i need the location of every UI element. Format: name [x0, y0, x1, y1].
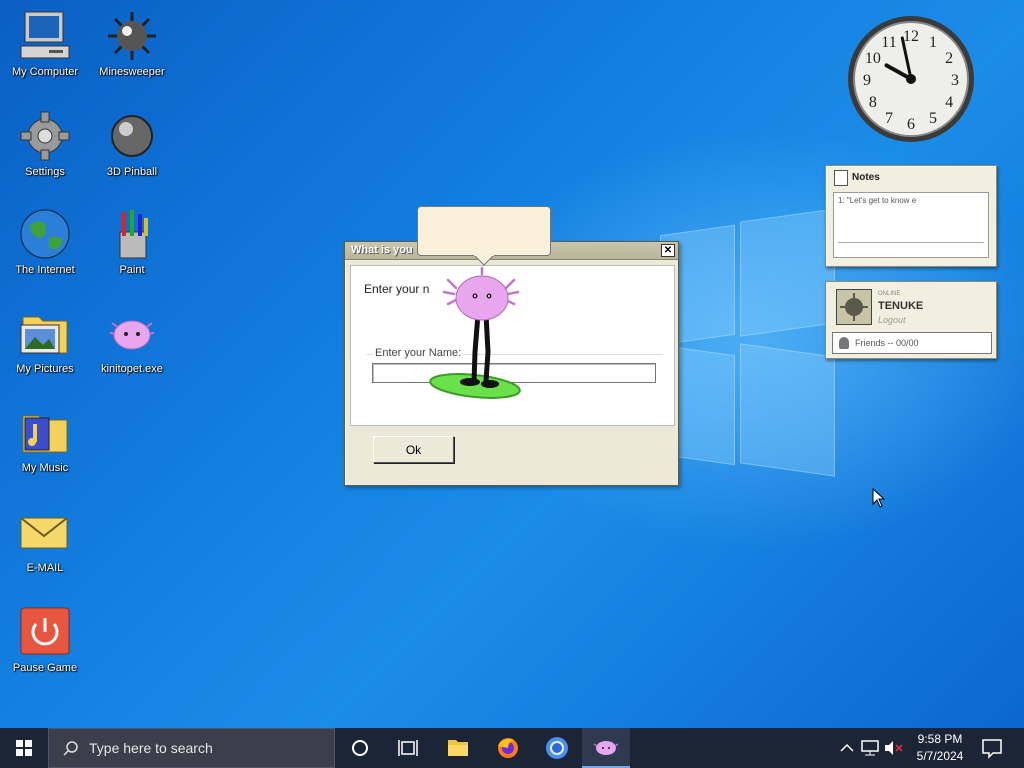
volume-button[interactable] [882, 728, 906, 768]
analog-clock: 12 1 2 3 4 5 6 7 8 9 10 11 [846, 14, 976, 144]
desktop-icon-my-music[interactable]: My Music [0, 406, 90, 474]
computer-icon [19, 10, 71, 62]
desktop-icon-paint[interactable]: Paint [87, 208, 177, 276]
taskbar-search-box[interactable]: Type here to search [48, 728, 335, 768]
desktop-icon-label: The Internet [15, 264, 75, 276]
network-button[interactable] [858, 728, 882, 768]
taskbar-chrome[interactable] [533, 728, 581, 768]
gear-icon [19, 110, 71, 162]
desktop-icon-3d-pinball[interactable]: 3D Pinball [87, 110, 177, 178]
envelope-icon [19, 506, 71, 558]
notifications-button[interactable] [972, 728, 1012, 768]
avatar [836, 289, 872, 325]
circle-icon [352, 740, 368, 756]
firefox-icon [498, 738, 518, 758]
chrome-icon [546, 737, 568, 759]
desktop-icon-label: Minesweeper [99, 66, 165, 78]
desktop-icon-the-internet[interactable]: The Internet [0, 208, 90, 276]
chevron-up-icon [840, 743, 854, 752]
start-button[interactable] [0, 728, 48, 768]
username: TENUKE [878, 300, 924, 312]
critter-icon [106, 307, 158, 359]
clock-number: 9 [863, 72, 871, 89]
clock-number: 12 [903, 28, 919, 45]
notes-title: Notes [852, 172, 880, 183]
kinito-pet-character[interactable] [428, 264, 523, 409]
windows-icon [16, 740, 32, 756]
mine-icon [106, 10, 158, 62]
mouse-cursor-icon [872, 487, 886, 508]
notes-text-area[interactable]: 1: "Let's get to know e [833, 192, 989, 258]
taskbar-date[interactable]: 5/7/2024 [908, 749, 972, 763]
user-widget: ONLINE TENUKE Logout Friends -- 00/00 [825, 281, 997, 359]
desktop-icon-label: My Music [21, 462, 69, 474]
search-icon [63, 740, 79, 756]
cortana-button[interactable] [336, 728, 384, 768]
globe-icon [19, 208, 71, 260]
note-icon [834, 170, 848, 186]
power-icon [19, 606, 71, 658]
network-icon [861, 740, 879, 756]
desktop-icon-minesweeper[interactable]: Minesweeper [87, 10, 177, 78]
desktop-icon-pause-game[interactable]: Pause Game [0, 606, 90, 674]
clock-number: 5 [929, 110, 937, 127]
desktop-icon-label: kinitopet.exe [101, 363, 163, 375]
desktop-icon-settings[interactable]: Settings [0, 110, 90, 178]
logout-link[interactable]: Logout [878, 315, 906, 325]
desktop-icon-kinitopet[interactable]: kinitopet.exe [87, 307, 177, 375]
folder-icon [448, 740, 468, 756]
clock-number: 6 [907, 116, 915, 133]
notes-text: 1: "Let's get to know e [838, 196, 917, 205]
clock-number: 7 [885, 110, 893, 127]
desktop-icon-label: Pause Game [12, 662, 78, 674]
clock-number: 8 [869, 94, 877, 111]
task-view-button[interactable] [384, 728, 432, 768]
search-placeholder: Type here to search [89, 740, 213, 756]
clock-number: 4 [945, 94, 953, 111]
ok-button[interactable]: Ok [373, 436, 454, 463]
desktop-icon-label: E-MAIL [26, 562, 64, 574]
clock-number: 11 [881, 34, 896, 51]
desktop-icon-label: Paint [119, 264, 145, 276]
volume-muted-icon [885, 741, 903, 755]
dialog-prompt: Enter your n [364, 282, 430, 296]
taskbar-file-explorer[interactable] [434, 728, 482, 768]
speech-bubble [417, 206, 551, 266]
taskbar-time[interactable]: 9:58 PM [908, 732, 972, 746]
clock-number: 3 [951, 72, 959, 89]
notification-icon [982, 739, 1002, 759]
desktop-icon-label: My Computer [11, 66, 79, 78]
show-hidden-icons-button[interactable] [836, 728, 858, 768]
critter-icon [593, 741, 619, 755]
taskbar-firefox[interactable] [484, 728, 532, 768]
online-status: ONLINE [878, 291, 901, 297]
pinball-icon [106, 110, 158, 162]
taskbar: Type here to search 9:58 PM 5/7/2024 [0, 728, 1024, 768]
desktop-icon-my-pictures[interactable]: My Pictures [0, 307, 90, 375]
taskbar-kinitopet[interactable] [582, 728, 630, 768]
pictures-folder-icon [19, 307, 71, 359]
friends-count: Friends -- 00/00 [855, 338, 919, 348]
dialog-title: What is you [351, 244, 413, 256]
clock-number: 10 [865, 50, 881, 67]
desktop-icon-label: Settings [25, 166, 65, 178]
desktop-icon-label: My Pictures [16, 363, 74, 375]
desktop-icon-email[interactable]: E-MAIL [0, 506, 90, 574]
task-view-icon [398, 740, 418, 756]
person-icon [839, 337, 849, 349]
clock-number: 2 [945, 50, 953, 67]
music-folder-icon [19, 406, 71, 458]
paint-icon [106, 208, 158, 260]
clock-number: 1 [929, 34, 937, 51]
desktop-icon-my-computer[interactable]: My Computer [0, 10, 90, 78]
desktop-icon-label: 3D Pinball [106, 166, 158, 178]
close-button[interactable]: ✕ [661, 244, 675, 257]
friends-list-button[interactable]: Friends -- 00/00 [832, 332, 992, 354]
notes-widget: Notes 1: "Let's get to know e [825, 165, 997, 267]
notes-header: Notes [826, 166, 996, 188]
